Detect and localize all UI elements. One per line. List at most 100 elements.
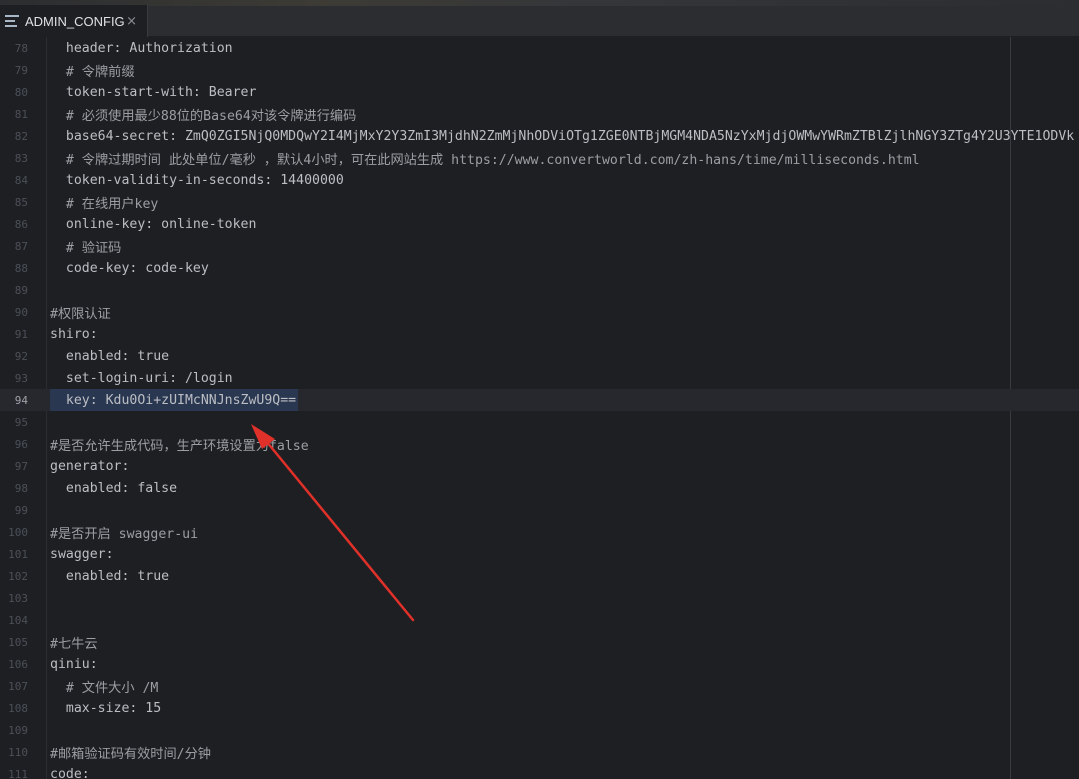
code-text: qiniu: (50, 656, 98, 672)
line-number: 85 (14, 195, 28, 209)
line-number: 96 (14, 437, 28, 451)
line-number: 93 (14, 371, 28, 385)
code-line[interactable]: 95 (0, 411, 1079, 433)
line-number: 90 (14, 305, 28, 319)
line-number: 108 (8, 701, 28, 715)
tab-admin-config[interactable]: ADMIN_CONFIG × (0, 5, 148, 37)
code-line[interactable]: 107 # 文件大小 /M (0, 675, 1079, 697)
code-line[interactable]: 78 header: Authorization (0, 37, 1079, 59)
line-number: 78 (14, 41, 28, 55)
line-number: 87 (14, 239, 28, 253)
code-text: key: Kdu0Oi+zUIMcNNJnsZwU9Q== (50, 392, 297, 408)
code-text: max-size: 15 (50, 700, 162, 716)
code-line[interactable]: 101 swagger: (0, 543, 1079, 565)
code-text: swagger: (50, 546, 114, 562)
code-text: header: Authorization (50, 40, 233, 56)
line-number: 99 (14, 503, 28, 517)
code-line[interactable]: 92 enabled: true (0, 345, 1079, 367)
line-number: 86 (14, 217, 28, 231)
code-line[interactable]: 88 code-key: code-key (0, 257, 1079, 279)
code-line[interactable]: 79 # 令牌前缀 (0, 59, 1079, 81)
code-line[interactable]: 103 (0, 587, 1079, 609)
line-number: 109 (8, 723, 28, 737)
code-line[interactable]: 85 # 在线用户key (0, 191, 1079, 213)
line-number: 84 (14, 173, 28, 187)
line-number: 81 (14, 107, 28, 121)
line-number: 89 (14, 283, 28, 297)
code-line[interactable]: 109 (0, 719, 1079, 741)
code-text: set-login-uri: /login (50, 370, 233, 386)
line-number: 94 (14, 393, 28, 407)
line-number: 111 (8, 767, 28, 779)
line-number: 91 (14, 327, 28, 341)
line-number: 98 (14, 481, 28, 495)
line-number: 103 (8, 591, 28, 605)
code-text: token-validity-in-seconds: 14400000 (50, 172, 344, 188)
code-text: # 在线用户key (50, 196, 159, 212)
code-line[interactable]: 87 # 验证码 (0, 235, 1079, 257)
code-text: # 文件大小 /M (50, 680, 159, 696)
code-line[interactable]: 89 (0, 279, 1079, 301)
line-number: 105 (8, 635, 28, 649)
code-line[interactable]: 105 #七牛云 (0, 631, 1079, 653)
code-text: # 必须使用最少88位的Base64对该令牌进行编码 (50, 108, 357, 124)
line-number: 82 (14, 129, 28, 143)
line-number: 110 (8, 745, 28, 759)
code-text: #权限认证 (50, 306, 111, 322)
code-line[interactable]: 82 base64-secret: ZmQ0ZGI5NjQ0MDQwY2I4Mj… (0, 125, 1079, 147)
code-text: # 令牌前缀 (50, 64, 135, 80)
line-number: 88 (14, 261, 28, 275)
line-number: 80 (14, 85, 28, 99)
line-number: 79 (14, 63, 28, 77)
code-text: code: (50, 766, 90, 779)
tab-bar: ADMIN_CONFIG × (0, 0, 1079, 37)
code-text: enabled: true (50, 568, 170, 584)
code-text: enabled: true (50, 348, 170, 364)
code-text: #是否开启 swagger-ui (50, 526, 199, 542)
code-text: # 验证码 (50, 240, 122, 256)
code-line[interactable]: 94 key: Kdu0Oi+zUIMcNNJnsZwU9Q== (0, 389, 1079, 411)
code-text: #七牛云 (50, 636, 98, 652)
code-line[interactable]: 96 #是否允许生成代码，生产环境设置为false (0, 433, 1079, 455)
code-line[interactable]: 108 max-size: 15 (0, 697, 1079, 719)
line-number: 97 (14, 459, 28, 473)
code-editor[interactable]: 78 header: Authorization 79 # 令牌前缀 80 toke… (0, 37, 1079, 779)
line-number: 102 (8, 569, 28, 583)
code-line[interactable]: 90 #权限认证 (0, 301, 1079, 323)
line-number: 83 (14, 151, 28, 165)
close-icon[interactable]: × (126, 14, 137, 29)
code-text: online-key: online-token (50, 216, 257, 232)
tab-label: ADMIN_CONFIG (25, 13, 125, 29)
code-text: generator: (50, 458, 130, 474)
code-line[interactable]: 80 token-start-with: Bearer (0, 81, 1079, 103)
code-text: base64-secret: ZmQ0ZGI5NjQ0MDQwY2I4MjMxY… (50, 128, 1075, 144)
code-line[interactable]: 104 (0, 609, 1079, 631)
code-line[interactable]: 83 # 令牌过期时间 此处单位/毫秒 ，默认4小时，可在此网站生成 https… (0, 147, 1079, 169)
line-number: 101 (8, 547, 28, 561)
code-line[interactable]: 110 #邮箱验证码有效时间/分钟 (0, 741, 1079, 763)
code-text: code-key: code-key (50, 260, 209, 276)
line-number: 100 (8, 525, 28, 539)
text-file-icon (5, 15, 19, 27)
code-text: enabled: false (50, 480, 178, 496)
code-line[interactable]: 93 set-login-uri: /login (0, 367, 1079, 389)
code-line[interactable]: 81 # 必须使用最少88位的Base64对该令牌进行编码 (0, 103, 1079, 125)
code-line[interactable]: 86 online-key: online-token (0, 213, 1079, 235)
code-text: #邮箱验证码有效时间/分钟 (50, 746, 211, 762)
code-line[interactable]: 98 enabled: false (0, 477, 1079, 499)
code-line[interactable]: 102 enabled: true (0, 565, 1079, 587)
line-number: 106 (8, 657, 28, 671)
line-number: 104 (8, 613, 28, 627)
code-text: shiro: (50, 326, 98, 342)
code-line[interactable]: 91 shiro: (0, 323, 1079, 345)
code-line[interactable]: 84 token-validity-in-seconds: 14400000 (0, 169, 1079, 191)
code-line[interactable]: 100 #是否开启 swagger-ui (0, 521, 1079, 543)
line-number: 95 (14, 415, 28, 429)
code-line[interactable]: 99 (0, 499, 1079, 521)
line-number: 107 (8, 679, 28, 693)
code-text: token-start-with: Bearer (50, 84, 257, 100)
line-number: 92 (14, 349, 28, 363)
code-line[interactable]: 111 code: (0, 763, 1079, 779)
code-line[interactable]: 97 generator: (0, 455, 1079, 477)
code-line[interactable]: 106 qiniu: (0, 653, 1079, 675)
